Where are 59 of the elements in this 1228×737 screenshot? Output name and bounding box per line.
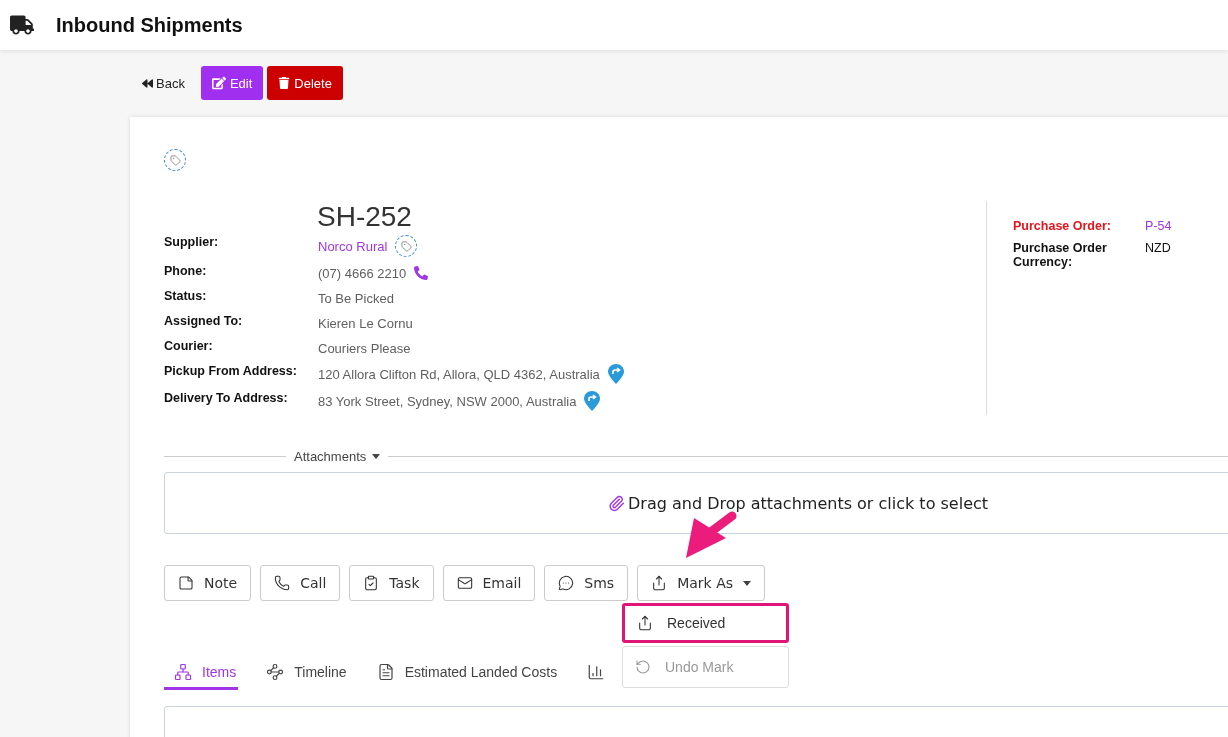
trash-icon xyxy=(278,77,291,89)
share-icon xyxy=(651,575,668,591)
field-value: To Be Picked xyxy=(318,290,394,306)
field-label: Delivery To Address: xyxy=(164,391,289,407)
dropzone[interactable]: Drag and Drop attachments or click to select xyxy=(164,472,1228,534)
action-button[interactable]: Mark As xyxy=(637,565,765,601)
field-value: NZD xyxy=(1145,241,1172,257)
action-button[interactable]: Email xyxy=(442,565,536,601)
field-label: Purchase Order: xyxy=(1013,219,1112,233)
tab[interactable]: Items xyxy=(164,663,239,690)
tag-icon xyxy=(169,154,181,166)
directions-icon[interactable] xyxy=(607,364,624,384)
field-value: Couriers Please xyxy=(318,340,411,356)
field-label: Purchase Order Currency: xyxy=(1013,241,1108,269)
document-icon xyxy=(376,663,395,681)
phone-icon xyxy=(274,575,291,591)
share-icon xyxy=(637,615,653,631)
field-label: Courier: xyxy=(164,339,214,355)
supplier-link[interactable]: Norco Rural xyxy=(318,238,388,254)
field-label: Status: xyxy=(164,289,208,305)
field-value: 120 Allora Clifton Rd, Allora, QLD 4362, Australia xyxy=(318,366,600,382)
action-button[interactable]: Note xyxy=(164,565,252,601)
field-label: Phone: xyxy=(164,264,208,280)
rewind-icon xyxy=(142,77,153,89)
note-icon xyxy=(178,575,194,591)
truck-icon xyxy=(10,13,34,37)
action-button[interactable]: Task xyxy=(349,565,434,601)
chart-icon xyxy=(587,663,606,681)
edit-icon xyxy=(211,76,226,90)
order-link[interactable]: P-54 xyxy=(1145,219,1172,233)
timeline-icon xyxy=(266,663,285,681)
page-title: Inbound Shipments xyxy=(56,13,243,37)
tab[interactable]: Timeline xyxy=(256,663,349,690)
hierarchy-icon xyxy=(174,663,192,681)
field-value: Kieren Le Cornu xyxy=(318,315,413,331)
action-button[interactable]: Sms xyxy=(544,565,629,601)
chat-bubble-icon xyxy=(558,575,575,591)
field-label: Supplier: xyxy=(164,235,220,251)
clipboard-icon xyxy=(363,575,380,591)
delete-button[interactable]: Delete xyxy=(267,66,343,100)
dropzone-text: Drag and Drop attachments or click to select xyxy=(628,493,989,513)
field-label: Pickup From Address: xyxy=(164,364,298,380)
edit-button[interactable]: Edit xyxy=(200,66,264,100)
phone-icon[interactable] xyxy=(414,266,429,280)
pointer-arrow xyxy=(684,510,738,560)
shipment-number: SH-252 xyxy=(317,201,413,233)
envelope-icon xyxy=(456,575,473,591)
tab[interactable]: Estimated Landed Costs xyxy=(366,663,560,690)
field-value: (07) 4666 2210 xyxy=(318,265,407,281)
action-button[interactable]: Call xyxy=(260,565,341,601)
field-label: Assigned To: xyxy=(164,314,244,330)
directions-icon[interactable] xyxy=(584,391,601,411)
menu-item[interactable]: Received xyxy=(622,603,789,643)
tag-icon xyxy=(400,240,412,252)
back-link[interactable]: Back xyxy=(142,75,185,91)
undo-icon xyxy=(635,659,651,675)
field-value: 83 York Street, Sydney, NSW 2000, Australia xyxy=(318,393,577,409)
paperclip-icon xyxy=(608,494,625,512)
attachments-toggle[interactable]: Attachments xyxy=(294,449,381,464)
